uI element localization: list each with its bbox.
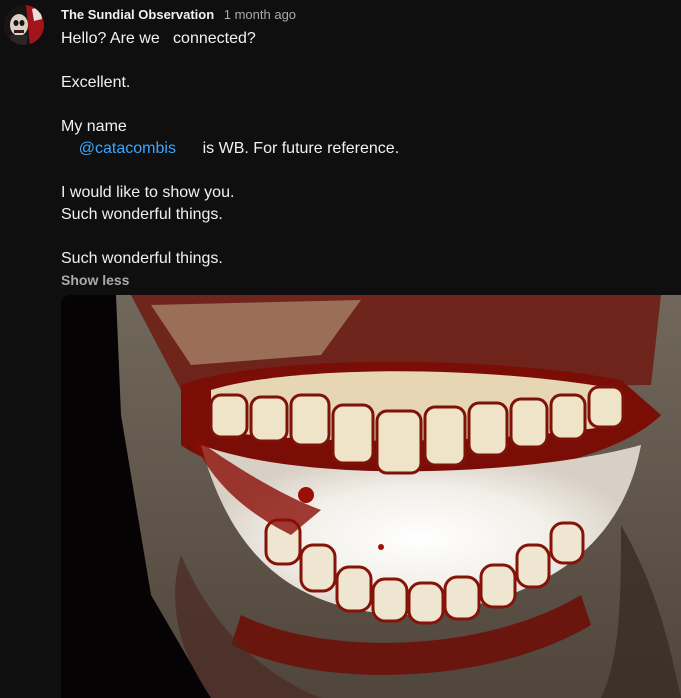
post-timestamp[interactable]: 1 month ago (224, 7, 296, 22)
post-line: Such wonderful things. (61, 250, 223, 267)
channel-avatar[interactable] (4, 5, 44, 45)
post-line: I would like to show you. (61, 184, 235, 201)
show-less-button[interactable]: Show less (61, 271, 129, 289)
post-line: My name (61, 118, 127, 135)
channel-name[interactable]: The Sundial Observation (61, 7, 214, 22)
post-line-blank (61, 50, 661, 72)
post-body: Hello? Are we connected? Excellent. My n… (61, 28, 661, 292)
post-line: Such wonderful things. (61, 206, 223, 223)
post-line: Excellent. (61, 74, 131, 91)
post-line-blank (61, 226, 661, 248)
post-line-with-mention: @catacombis is WB. For future reference. (78, 140, 400, 157)
post-line-blank (61, 94, 661, 116)
post-line: Hello? Are we connected? (61, 30, 256, 47)
grinning-mouth-image (61, 295, 681, 698)
community-post: The Sundial Observation 1 month ago Hell… (0, 0, 681, 698)
avatar-icon (4, 5, 44, 45)
user-mention-link[interactable]: @catacombis (79, 140, 176, 157)
post-header: The Sundial Observation 1 month ago (61, 7, 296, 23)
post-image[interactable] (61, 295, 681, 698)
post-line-blank (61, 160, 661, 182)
